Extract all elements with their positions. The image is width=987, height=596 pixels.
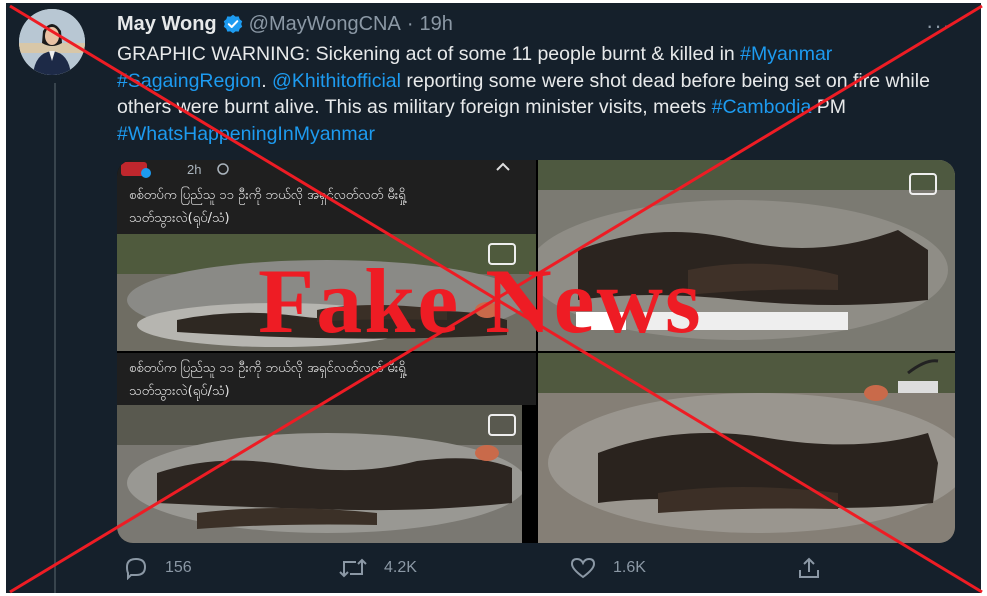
verified-badge-icon <box>223 14 243 34</box>
tweet-actions: 156 4.2K 1.6K <box>117 556 917 586</box>
media-caption-2-line-2: သတ်သွားလဲ(ရုပ်/သံ) <box>129 383 230 401</box>
reply-button[interactable]: 156 <box>123 556 192 580</box>
media-image-4[interactable] <box>538 353 955 543</box>
fake-news-stamp: Fake News <box>258 250 703 352</box>
tweet-timestamp[interactable]: 19h <box>420 13 453 36</box>
media-caption-line-1: စစ်တပ်က ပြည်သူ ၁၁ ဦးကို ဘယ်လို အရှင်လတ်လ… <box>129 186 407 205</box>
media-caption-line-2: သတ်သွားလဲ(ရုပ်/သံ) <box>129 210 230 228</box>
display-name[interactable]: May Wong <box>117 13 217 36</box>
thread-line <box>54 83 56 593</box>
media-caption-2-line-1: စစ်တပ်က ပြည်သူ ၁၁ ဦးကို ဘယ်လို အရှင်လတ်လ… <box>129 359 407 378</box>
tweet-text-segment: . <box>261 69 273 92</box>
tweet-link[interactable]: #Myanmar <box>740 43 832 65</box>
tweet-header: May Wong @MayWongCNA · 19h <box>117 11 453 37</box>
retweet-icon <box>339 558 367 578</box>
screenshot-frame: May Wong @MayWongCNA · 19h ··· GRAPHIC W… <box>0 0 987 596</box>
avatar[interactable] <box>19 9 85 75</box>
tweet-link[interactable]: @Khithitofficial <box>272 70 401 92</box>
tweet-link[interactable]: #SagaingRegion <box>117 70 261 92</box>
tweet-text-segment: GRAPHIC WARNING: Sickening act of some 1… <box>117 43 741 65</box>
reply-icon <box>125 557 147 580</box>
share-button[interactable] <box>796 556 822 580</box>
media-image-3[interactable]: စစ်တပ်က ပြည်သူ ၁၁ ဦးကို ဘယ်လို အရှင်လတ်လ… <box>117 353 536 543</box>
retweet-button[interactable]: 4.2K <box>338 556 417 580</box>
separator-dot: · <box>406 12 414 35</box>
like-button[interactable]: 1.6K <box>569 556 646 580</box>
share-icon <box>799 557 819 578</box>
like-count: 1.6K <box>613 559 646 576</box>
tweet-text: GRAPHIC WARNING: Sickening act of some 1… <box>117 41 967 147</box>
user-handle[interactable]: @MayWongCNA <box>249 13 401 36</box>
tweet-link[interactable]: #WhatsHappeningInMyanmar <box>117 123 375 145</box>
retweet-count: 4.2K <box>384 559 417 576</box>
post-time-label: 2h <box>187 162 201 177</box>
tweet-link[interactable]: #Cambodia <box>712 96 812 118</box>
reply-count: 156 <box>165 559 192 576</box>
tweet-text-segment: PM <box>811 96 846 118</box>
like-icon <box>570 557 596 579</box>
more-options-icon[interactable]: ··· <box>926 13 951 39</box>
